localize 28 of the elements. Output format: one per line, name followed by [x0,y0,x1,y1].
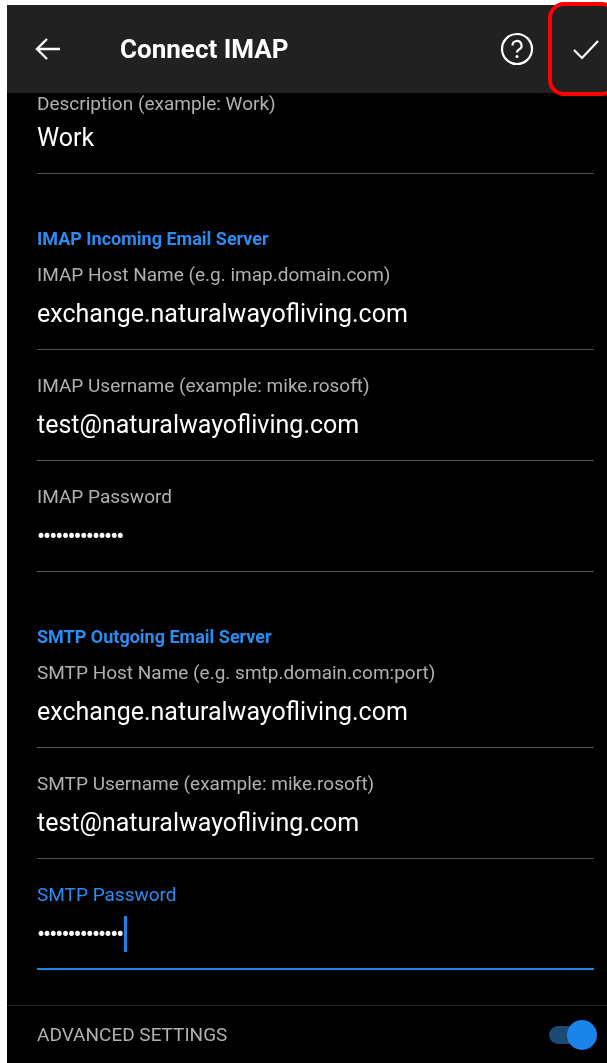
field-label: IMAP Username (example: mike.rosoft) [37,375,371,397]
text-field[interactable]: IMAP Username (example: mike.rosoft) test@naturalwayofliving.com [37,350,594,461]
text-field[interactable]: Description (example: Work) Work [37,93,594,174]
field-value: test@naturalwayofliving.com [37,807,360,839]
field-value: exchange.naturalwayofliving.com [37,696,408,728]
field-label: SMTP Password [37,884,178,906]
advanced-settings-label: ADVANCED SETTINGS [37,1023,228,1046]
field-value: Work [37,122,95,154]
field-label: IMAP Password [37,486,173,508]
field-value: test@naturalwayofliving.com [37,409,360,441]
field-label: IMAP Host Name (e.g. imap.domain.com) [37,264,392,286]
password-value: •••••••••••••• [37,521,123,552]
text-field[interactable]: IMAP Host Name (e.g. imap.domain.com) exchange.naturalwayofliving.com [37,250,594,350]
toggle-switch[interactable] [547,1018,597,1051]
password-value: •••••••••••••• [37,919,123,950]
field-label: SMTP Host Name (e.g. smtp.domain.com:port) [37,662,437,684]
text-field[interactable]: IMAP Password •••••••••••••• [37,461,594,572]
screen-title: Connect IMAP [120,34,290,64]
field-label: Description (example: Work) [37,93,277,115]
text-field[interactable]: SMTP Host Name (e.g. smtp.domain.com:port) exchange.naturalwayofliving.com [37,648,594,748]
help-icon[interactable] [500,32,534,66]
text-cursor [124,916,128,952]
section-header: SMTP Outgoing Email Server [37,625,273,648]
section-header: IMAP Incoming Email Server [37,227,270,250]
text-field[interactable]: SMTP Username (example: mike.rosoft) test@naturalwayofliving.com [37,748,594,859]
field-label: SMTP Username (example: mike.rosoft) [37,773,376,795]
text-field[interactable]: SMTP Password •••••••••••••• [37,859,594,970]
field-value: exchange.naturalwayofliving.com [37,298,408,330]
